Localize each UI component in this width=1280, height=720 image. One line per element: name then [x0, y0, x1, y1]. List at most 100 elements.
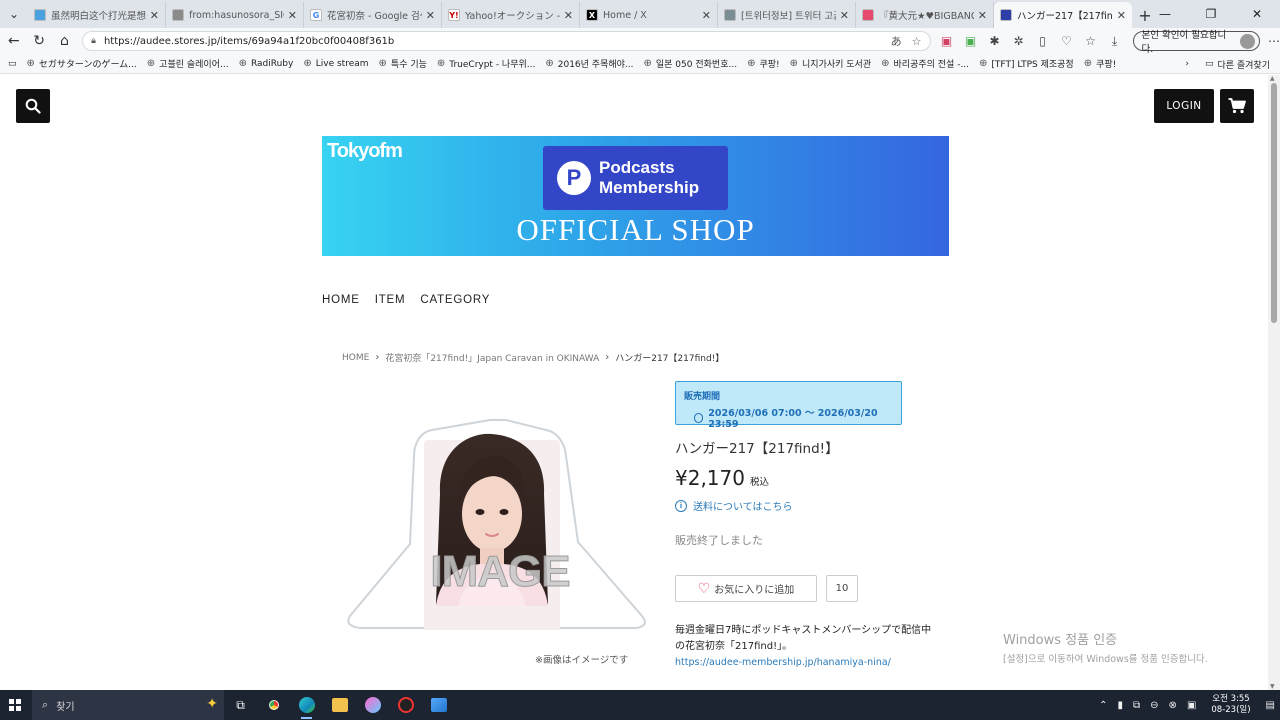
minimize-button[interactable]: — — [1142, 0, 1188, 28]
photos-app-icon[interactable] — [422, 690, 455, 720]
bookmark-item[interactable]: ⊕ 고블린 슬레이어... — [147, 57, 229, 70]
bookmark-item[interactable]: ⊕ Live stream — [303, 57, 368, 70]
bookmark-label: 일본 050 전화번호... — [655, 60, 738, 70]
scroll-up-icon[interactable]: ▲ — [1270, 75, 1275, 82]
profile-verify-label: 본인 확인이 필요합니다. — [1141, 30, 1227, 55]
browser-tab[interactable]: G 花宮初奈 - Google 검색 ✕ — [304, 2, 442, 28]
nav-category[interactable]: CATEGORY — [420, 294, 490, 306]
reload-button[interactable]: ↻ — [27, 29, 50, 53]
taskbar-search[interactable]: ⌕ 찾기 ✦ — [32, 690, 224, 720]
browser-tab[interactable]: 虽然明白这个打光是想强调你 ✕ — [28, 2, 166, 28]
cart-button[interactable] — [1220, 89, 1254, 123]
globe-icon: ⊕ — [643, 58, 652, 69]
back-button[interactable]: ← — [2, 29, 25, 53]
extension-icon[interactable]: ▣ — [959, 34, 983, 48]
chrome-icon[interactable] — [257, 690, 290, 720]
close-tab-icon[interactable]: ✕ — [978, 9, 987, 22]
bookmarks-overflow-chevron-icon[interactable]: › — [1185, 59, 1189, 69]
bookmark-label: [TFT] LTPS 제조공정 — [991, 60, 1074, 70]
bookmark-item[interactable]: ⊕ 바리공주의 전설 -... — [881, 57, 969, 70]
ime-icon[interactable]: ▣ — [1187, 700, 1196, 711]
bookmark-item[interactable]: ⊕ 쿠팡! — [747, 57, 780, 70]
breadcrumb-home[interactable]: HOME — [342, 353, 369, 363]
close-tab-icon[interactable]: ✕ — [150, 9, 159, 22]
maximize-button[interactable]: ❐ — [1188, 0, 1234, 28]
close-window-button[interactable]: ✕ — [1234, 0, 1280, 28]
nav-item[interactable]: ITEM — [375, 294, 406, 306]
extension-icon[interactable]: ▣ — [935, 34, 959, 48]
cart-icon — [1228, 98, 1246, 114]
downloads-icon[interactable]: ⤓ — [1103, 34, 1127, 49]
sale-period-label: 販売期間 — [684, 392, 721, 402]
bookmark-item[interactable]: ⊕ 2016년 주목해야... — [545, 57, 633, 70]
copilot-icon[interactable] — [356, 690, 389, 720]
scrollbar-thumb[interactable] — [1271, 83, 1277, 323]
profile-verify-button[interactable]: 본인 확인이 필요합니다. — [1132, 30, 1260, 55]
bookmark-item[interactable]: ⊕ [TFT] LTPS 제조공정 — [979, 57, 1074, 70]
shop-banner[interactable]: Tokyofm P Podcasts Membership OFFICIAL S… — [322, 136, 949, 256]
image-watermark-text: IMAGE — [430, 547, 569, 596]
close-tab-icon[interactable]: ✕ — [1117, 9, 1126, 22]
tray-app-icon[interactable]: ⧉ — [1133, 700, 1140, 711]
more-menu-icon[interactable]: ⋯ — [1268, 34, 1280, 48]
other-bookmarks[interactable]: 다른 즐겨찾기 — [1217, 58, 1270, 71]
tab-actions-menu[interactable]: ⌄ — [0, 0, 28, 28]
close-tab-icon[interactable]: ✕ — [288, 9, 297, 22]
address-field[interactable]: 🔒︎ https://audee.stores.jp/items/69a94a1… — [82, 31, 931, 51]
media-app-icon[interactable] — [389, 690, 422, 720]
file-explorer-icon[interactable] — [323, 690, 356, 720]
membership-link[interactable]: https://audee-membership.jp/hanamiya-nin… — [675, 657, 891, 668]
browser-tab[interactable]: 『黄大元★♥BIGBANG』(「黄 ✕ — [856, 2, 994, 28]
favorites-icon[interactable]: ☆ — [1079, 34, 1103, 48]
breadcrumb-category[interactable]: 花宮初奈「217find!」Japan Caravan in OKINAWA — [385, 351, 599, 364]
page-scrollbar[interactable]: ▲ ▼ — [1268, 75, 1280, 690]
translate-icon[interactable]: あ — [891, 33, 902, 49]
shipping-info-link[interactable]: i 送料についてはこちら — [675, 498, 793, 513]
bookmarks-app-icon[interactable]: ▭ — [8, 59, 17, 69]
global-nav: HOME ITEM CATEGORY — [322, 294, 505, 306]
taskbar-clock[interactable]: 오전 3:55 08-23(일) — [1211, 694, 1250, 716]
login-button[interactable]: LOGIN — [1154, 89, 1214, 123]
close-tab-icon[interactable]: ✕ — [426, 9, 435, 22]
microphone-icon[interactable]: ▮ — [1118, 700, 1124, 711]
globe-icon: ⊕ — [979, 58, 988, 69]
favorite-label: お気に入りに追加 — [714, 585, 795, 596]
browser-tab[interactable]: X Home / X ✕ — [580, 2, 718, 28]
product-description: 毎週金曜日7時にポッドキャストメンバーシップで配信中 の花宮初奈「217find… — [675, 623, 935, 655]
extension-icon[interactable]: ✱ — [983, 34, 1007, 48]
scroll-down-icon[interactable]: ▼ — [1270, 683, 1275, 690]
tab-title: [트위터정보] 트위터 고급검색 — [741, 11, 836, 22]
search-button[interactable] — [16, 89, 50, 123]
browser-tab[interactable]: ハンガー217【217find!】| Podc ✕ — [994, 2, 1132, 28]
network-icon[interactable]: ⊖ — [1150, 700, 1158, 711]
tray-overflow-icon[interactable]: ⌃ — [1099, 700, 1107, 711]
globe-icon: ⊕ — [378, 58, 387, 69]
nav-home[interactable]: HOME — [322, 294, 360, 306]
browser-tab[interactable]: from:hasunosora_SIC since:2 ✕ — [166, 2, 304, 28]
close-tab-icon[interactable]: ✕ — [564, 9, 573, 22]
browser-tab[interactable]: Y! Yahoo!オークション - 花宮初奈 ✕ — [442, 2, 580, 28]
notifications-icon[interactable]: ▤ — [1266, 700, 1275, 711]
browser-tab[interactable]: [트위터정보] 트위터 고급검색 ✕ — [718, 2, 856, 28]
bookmark-item[interactable]: ⊕ TrueCrypt - 나무위... — [437, 57, 535, 70]
start-button[interactable] — [0, 690, 30, 720]
extensions-puzzle-icon[interactable]: ✲ — [1007, 34, 1031, 48]
bookmark-item[interactable]: ⊕ セガサターンのゲーム... — [27, 57, 137, 70]
favorite-star-icon[interactable]: ☆ — [912, 35, 922, 48]
close-tab-icon[interactable]: ✕ — [840, 9, 849, 22]
edge-icon[interactable] — [290, 690, 323, 720]
add-favorite-button[interactable]: ♡ お気に入りに追加 — [675, 575, 817, 602]
bookmark-item[interactable]: ⊕ 니지가사키 도서관 — [790, 57, 872, 70]
bookmark-item[interactable]: ⊕ 일본 050 전화번호... — [644, 57, 738, 70]
bookmark-item[interactable]: ⊕ RadiRuby — [239, 57, 294, 70]
home-button[interactable]: ⌂ — [53, 29, 76, 53]
bookmark-item[interactable]: ⊕ 특수 기능 — [379, 57, 427, 70]
task-view-icon[interactable]: ⧉ — [224, 690, 257, 720]
bookmark-item[interactable]: ⊕ 쿠팡! — [1084, 57, 1117, 70]
settings-icon[interactable]: ⊗ — [1169, 700, 1177, 711]
chevron-right-icon: › — [375, 352, 380, 363]
close-tab-icon[interactable]: ✕ — [702, 9, 711, 22]
browser-essentials-icon[interactable]: ♡ — [1055, 34, 1079, 48]
product-image[interactable]: IMAGE — [340, 400, 660, 636]
split-screen-icon[interactable]: ▯ — [1031, 34, 1055, 48]
